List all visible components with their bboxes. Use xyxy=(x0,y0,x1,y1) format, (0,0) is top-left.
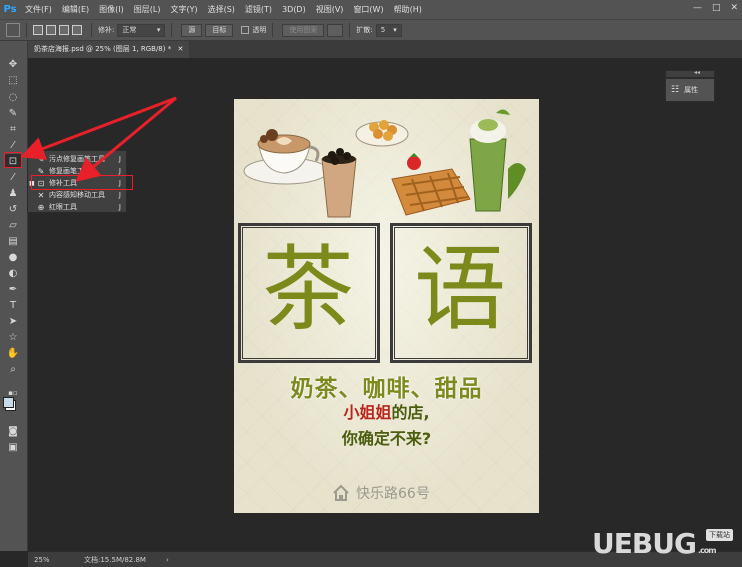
poster-address: 快乐路66号 xyxy=(332,483,430,503)
home-icon xyxy=(333,484,349,501)
arrow-to-flyout xyxy=(75,96,177,182)
status-menu-arrow[interactable]: › xyxy=(166,556,169,564)
coffee-cup-icon xyxy=(243,129,329,185)
photoshop-window: Ps 文件(F) 编辑(E) 图像(I) 图层(L) 文字(Y) 选择(S) 滤… xyxy=(0,0,742,567)
waffle-icon xyxy=(391,153,471,216)
poster-char-words: 语 xyxy=(414,236,507,343)
matcha-drink-icon xyxy=(469,109,526,212)
document-info: 文档:15.5M/82.8M xyxy=(84,555,146,564)
zoom-level[interactable]: 25% xyxy=(34,556,74,564)
properties-label: 属性 xyxy=(684,86,699,94)
properties-panel[interactable]: ☷ 属性 xyxy=(665,78,715,102)
food-illustrations xyxy=(243,109,526,218)
poster-slogan-question: 你确定不来? xyxy=(341,429,432,448)
properties-icon: ☷ xyxy=(671,85,680,95)
properties-panel-header[interactable]: ◂◂ xyxy=(665,69,715,78)
snack-bowl-icon xyxy=(355,120,409,147)
document-canvas[interactable]: 茶 语 奶茶、咖啡、甜品 小姐姐的店, 你确定不来? 快乐路66号 xyxy=(234,99,539,513)
arrow-to-tool xyxy=(20,96,177,160)
bubble-tea-icon xyxy=(321,148,357,218)
poster-char-tea: 茶 xyxy=(262,236,355,343)
poster-slogan-secondary: 小姐姐的店, xyxy=(343,403,430,422)
site-watermark-logo: UEBUG .com xyxy=(592,527,717,560)
watermark-badge: 下载站 xyxy=(706,529,733,541)
poster-slogan-main: 奶茶、咖啡、甜品 xyxy=(290,376,483,402)
collapse-icon[interactable]: ◂◂ xyxy=(694,69,700,76)
